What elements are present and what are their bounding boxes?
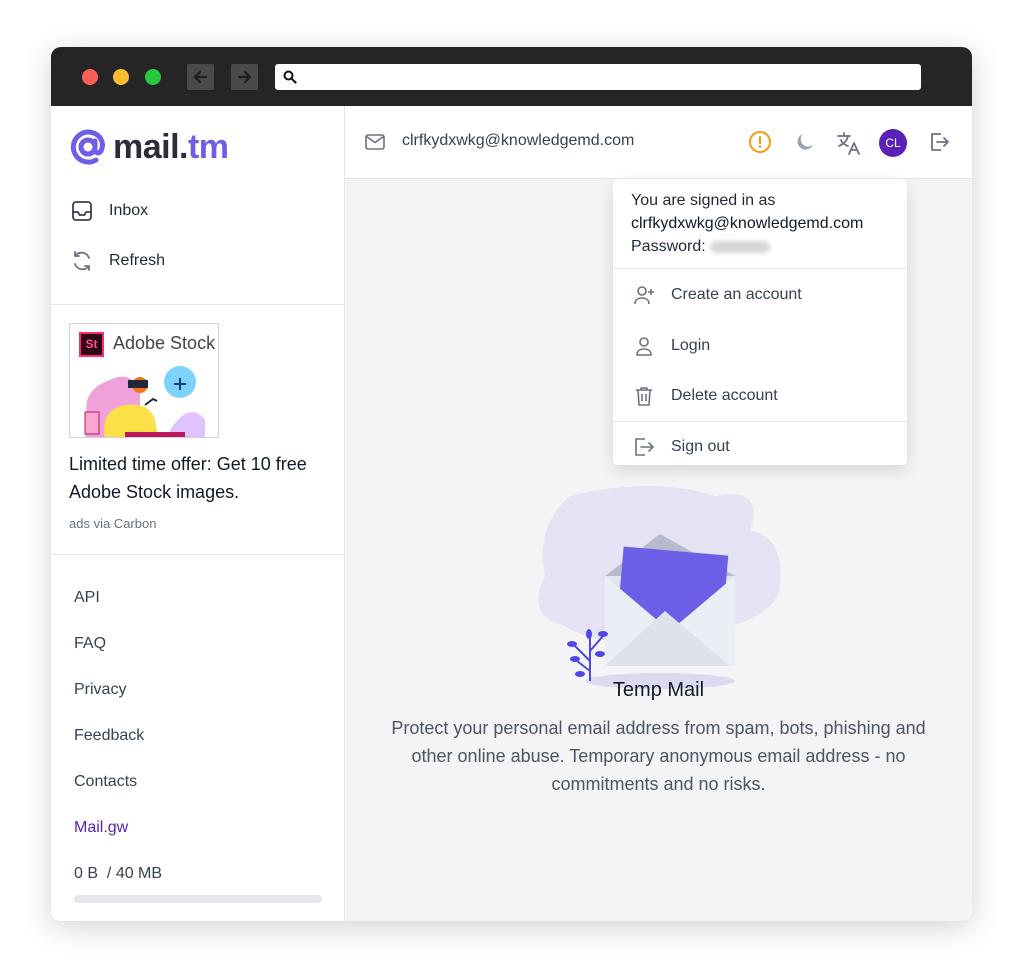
- moon-icon[interactable]: [793, 130, 817, 154]
- menu-item-delete-account[interactable]: Delete account: [633, 385, 778, 407]
- refresh-icon: [74, 251, 90, 271]
- minimize-window-dot[interactable]: [113, 69, 129, 85]
- storage-separator: /: [106, 865, 112, 882]
- account-info: You are signed in as clrfkydxwkg@knowled…: [631, 189, 863, 258]
- dropdown-divider: [613, 421, 907, 422]
- sidebar-link-privacy[interactable]: Privacy: [74, 681, 126, 699]
- sign-out-label: Sign out: [671, 438, 730, 455]
- translate-icon[interactable]: [835, 130, 861, 156]
- topbar: clrfkydxwkg@knowledgemd.com CL: [345, 106, 972, 179]
- password-row: Password:: [631, 235, 863, 258]
- sidebar-item-inbox[interactable]: Inbox: [71, 200, 148, 222]
- hidden-password[interactable]: [709, 240, 770, 253]
- address-bar[interactable]: [275, 64, 921, 90]
- forward-button[interactable]: [231, 64, 258, 90]
- current-email-address[interactable]: clrfkydxwkg@knowledgemd.com: [402, 132, 634, 150]
- trash-icon: [636, 387, 652, 406]
- sidebar-link-mailgw[interactable]: Mail.gw: [74, 819, 128, 837]
- main-content: clrfkydxwkg@knowledgemd.com CL Temp Mail…: [345, 106, 972, 921]
- warning-icon[interactable]: [748, 130, 772, 154]
- arrow-left-icon: [193, 70, 208, 84]
- login-label: Login: [671, 337, 711, 354]
- hero-title: Temp Mail: [612, 679, 705, 701]
- sidebar-item-refresh[interactable]: Refresh: [71, 250, 165, 272]
- ad-via-carbon[interactable]: ads via Carbon: [69, 516, 156, 531]
- menu-item-sign-out[interactable]: Sign out: [633, 436, 730, 458]
- ad-image[interactable]: St Adobe Stock: [69, 323, 219, 438]
- refresh-label: Refresh: [109, 252, 166, 269]
- dropdown-divider: [613, 268, 907, 269]
- sidebar-link-contacts[interactable]: Contacts: [74, 773, 137, 791]
- empty-inbox-illustration: [538, 486, 781, 689]
- signed-in-email[interactable]: clrfkydxwkg@knowledgemd.com: [631, 212, 863, 235]
- browser-window: mail.tm Inbox Refresh St Adobe Stock Lim…: [51, 47, 972, 921]
- adobe-stock-badge: St: [79, 332, 104, 357]
- create-account-label: Create an account: [671, 286, 802, 303]
- at-sign-icon: [70, 129, 105, 165]
- adobe-stock-wordmark: Adobe Stock: [113, 333, 216, 353]
- back-button[interactable]: [187, 64, 214, 90]
- sidebar-divider: [51, 304, 345, 305]
- ad-illustration: [84, 366, 205, 437]
- user-avatar[interactable]: CL: [879, 129, 907, 157]
- storage-total: 40 MB: [115, 865, 163, 882]
- ad-text[interactable]: Limited time offer: Get 10 free Adobe St…: [69, 450, 329, 506]
- password-label: Password:: [631, 238, 706, 255]
- signed-in-label: You are signed in as: [631, 192, 776, 209]
- sidebar: mail.tm Inbox Refresh St Adobe Stock Lim…: [51, 106, 345, 921]
- storage-used: 0 B: [74, 865, 99, 882]
- storage-progress-bar: [74, 895, 322, 903]
- user-plus-icon: [634, 286, 654, 305]
- inbox-label: Inbox: [109, 202, 149, 219]
- sidebar-link-api[interactable]: API: [74, 589, 100, 607]
- logout-icon[interactable]: [927, 130, 951, 154]
- menu-item-create-account[interactable]: Create an account: [633, 284, 802, 306]
- storage-usage: 0 B / 40 MB: [74, 865, 162, 883]
- delete-account-label: Delete account: [671, 387, 778, 404]
- user-icon: [636, 337, 652, 356]
- hero-description: Protect your personal email address from…: [391, 718, 926, 794]
- arrow-right-icon: [237, 70, 252, 84]
- mail-icon: [365, 134, 385, 150]
- maximize-window-dot[interactable]: [145, 69, 161, 85]
- sidebar-link-feedback[interactable]: Feedback: [74, 727, 144, 745]
- close-window-dot[interactable]: [82, 69, 98, 85]
- mailtm-logo[interactable]: mail.tm: [69, 126, 229, 168]
- account-dropdown-menu: You are signed in as clrfkydxwkg@knowled…: [613, 179, 907, 465]
- sidebar-divider: [51, 554, 345, 555]
- menu-item-login[interactable]: Login: [633, 335, 710, 357]
- search-icon: [283, 70, 297, 84]
- sign-out-icon: [635, 438, 654, 456]
- logo-wordmark: mail.tm: [113, 127, 229, 166]
- browser-titlebar: [51, 47, 972, 106]
- sidebar-link-faq[interactable]: FAQ: [74, 635, 106, 653]
- inbox-icon: [72, 201, 92, 221]
